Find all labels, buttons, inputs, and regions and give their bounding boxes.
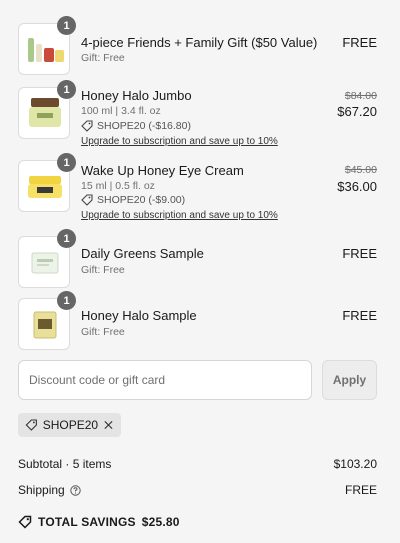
remove-discount-close-icon[interactable] xyxy=(103,419,114,431)
original-price: $84.00 xyxy=(344,90,377,102)
applied-discount-chip: SHOPE20 xyxy=(18,413,121,437)
item-price: $36.00 xyxy=(337,179,377,194)
discount-code-input[interactable] xyxy=(18,360,312,400)
discount-line: SHOPE20 (-$16.80) xyxy=(81,120,191,132)
quantity-badge: 1 xyxy=(57,291,76,310)
item-size: 100 ml | 3.4 fl. oz xyxy=(81,105,161,117)
item-name: Honey Halo Jumbo xyxy=(81,88,192,103)
product-thumbnail: 1 xyxy=(18,153,76,212)
line-item: 1 Honey Halo Sample Gift: Free FREE xyxy=(0,291,400,352)
item-price: $67.20 xyxy=(337,104,377,119)
help-question-icon[interactable] xyxy=(70,484,81,496)
shipping-value: FREE xyxy=(344,483,377,497)
quantity-badge: 1 xyxy=(57,80,76,99)
discount-line: SHOPE20 (-$9.00) xyxy=(81,194,185,206)
product-thumbnail: 1 xyxy=(18,16,76,75)
discount-text: SHOPE20 (-$9.00) xyxy=(97,194,186,206)
tag-icon xyxy=(81,120,93,132)
total-savings-label: TOTAL SAVINGS xyxy=(38,515,136,529)
upgrade-subscription-link[interactable]: Upgrade to subscription and save up to 1… xyxy=(81,210,278,221)
item-name: Honey Halo Sample xyxy=(81,308,197,323)
line-item: 1 Honey Halo Jumbo 100 ml | 3.4 fl. oz S… xyxy=(0,80,400,150)
item-subtitle: Gift: Free xyxy=(81,326,125,338)
line-item: 1 4-piece Friends + Family Gift ($50 Val… xyxy=(0,0,400,80)
quantity-badge: 1 xyxy=(57,153,76,172)
total-savings-value: $25.80 xyxy=(141,515,180,529)
original-price: $45.00 xyxy=(344,164,377,176)
item-name: Daily Greens Sample xyxy=(81,246,204,261)
apply-button[interactable]: Apply xyxy=(322,360,377,400)
line-item: 1 Wake Up Honey Eye Cream 15 ml | 0.5 fl… xyxy=(0,153,400,230)
savings-tag-icon xyxy=(18,515,32,529)
tag-icon xyxy=(25,419,37,431)
item-name: 4-piece Friends + Family Gift ($50 Value… xyxy=(81,35,318,50)
tag-icon xyxy=(81,194,93,206)
quantity-badge: 1 xyxy=(57,229,76,248)
product-thumbnail: 1 xyxy=(18,80,76,139)
item-name: Wake Up Honey Eye Cream xyxy=(81,163,244,178)
total-savings: TOTAL SAVINGS $25.80 xyxy=(18,515,180,529)
item-size: 15 ml | 0.5 fl. oz xyxy=(81,180,155,192)
product-thumbnail: 1 xyxy=(18,291,76,350)
product-thumbnail: 1 xyxy=(18,229,76,288)
item-price: FREE xyxy=(342,35,377,50)
shipping-label: Shipping xyxy=(18,483,65,497)
discount-text: SHOPE20 (-$16.80) xyxy=(97,120,191,132)
shipping-row-label: Shipping xyxy=(18,483,81,497)
line-item: 1 Daily Greens Sample Gift: Free FREE xyxy=(0,229,400,290)
item-subtitle: Gift: Free xyxy=(81,264,125,276)
applied-code-text: SHOPE20 xyxy=(42,418,99,432)
item-subtitle: Gift: Free xyxy=(81,52,125,64)
item-price: FREE xyxy=(342,246,377,261)
upgrade-subscription-link[interactable]: Upgrade to subscription and save up to 1… xyxy=(81,136,278,147)
item-price: FREE xyxy=(342,308,377,323)
subtotal-value: $103.20 xyxy=(333,457,377,471)
subtotal-label: Subtotal · 5 items xyxy=(18,457,112,471)
quantity-badge: 1 xyxy=(57,16,76,35)
